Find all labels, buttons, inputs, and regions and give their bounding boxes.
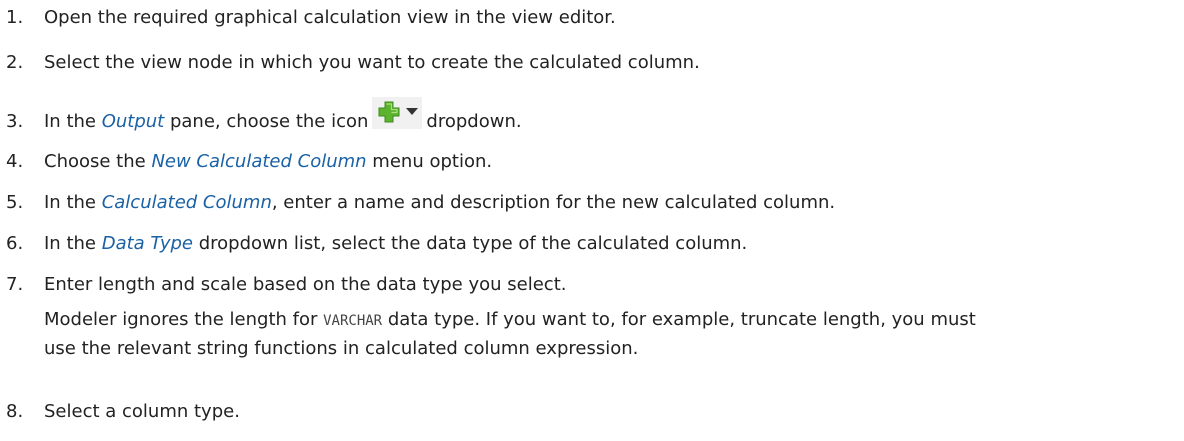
step-number: 7. [6,274,24,295]
step-text-pre: In the [44,111,102,132]
step-text-post: dropdown. [426,111,522,132]
step-number: 5. [6,192,24,213]
varchar-code: VARCHAR [323,313,383,329]
step-6: 6. In the Data Type dropdown list, select… [0,232,747,256]
add-plus-icon [378,101,400,123]
step-5: 5. In the Calculated Column, enter a name… [0,191,835,215]
note-text-pre: Modeler ignores the length for [44,309,324,330]
step-4: 4. Choose the New Calculated Column menu … [0,150,492,174]
step-3: 3. In the Output pane, choose the icon dro… [0,97,522,138]
caret-down-icon [406,108,419,115]
note-text-post: data type. If you want to, for example, … [382,309,976,330]
step-text-post: dropdown list, select the data type of t… [193,233,748,254]
output-pane-ref: Output [101,111,165,132]
step-number: 1. [6,7,24,28]
step-text-post: , enter a name and description for the n… [271,192,836,213]
step-text: Select a column type. [44,401,240,422]
step-text-pre: In the [44,192,102,213]
calculated-column-ref: Calculated Column [101,192,272,213]
step-text: Enter length and scale based on the data… [44,274,567,295]
step-text: Open the required graphical calculation … [44,7,616,28]
note-line-2: use the relevant string functions in cal… [44,338,639,359]
new-calculated-column-ref: New Calculated Column [151,151,367,172]
data-type-ref: Data Type [101,233,193,254]
step-number: 6. [6,233,24,254]
step-text-mid: pane, choose the icon [164,111,369,132]
step-7-note: Modeler ignores the length for VARCHAR d… [44,306,1164,363]
step-number: 4. [6,151,24,172]
step-7: 7. Enter length and scale based on the da… [0,273,566,297]
step-number: 3. [6,111,24,132]
step-text-pre: Choose the [44,151,152,172]
step-1: 1. Open the required graphical calculatio… [0,6,616,30]
step-text-post: menu option. [366,151,493,172]
step-2: 2. Select the view node in which you want… [0,51,700,75]
step-text-pre: In the [44,233,102,254]
add-dropdown-icon-button [372,97,423,129]
step-number: 8. [6,401,24,422]
note-line-1: Modeler ignores the length for VARCHAR d… [44,306,1164,335]
step-8: 8. Select a column type. [0,400,240,424]
step-number: 2. [6,52,24,73]
step-text: Select the view node in which you want t… [44,52,700,73]
